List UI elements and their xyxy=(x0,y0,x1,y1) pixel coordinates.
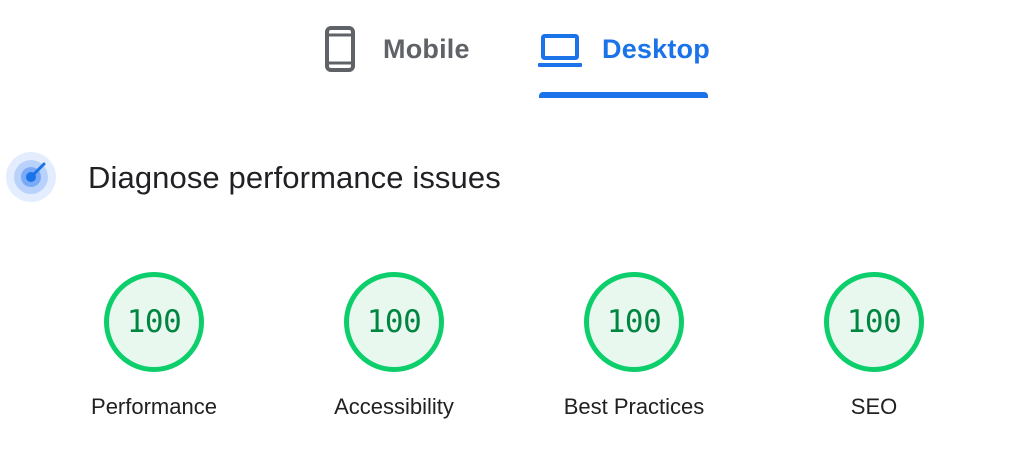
section-title: Diagnose performance issues xyxy=(88,160,501,195)
score-ring: 100 xyxy=(344,272,444,372)
gauge-label: SEO xyxy=(850,394,898,419)
gauge-performance[interactable]: 100 Performance xyxy=(69,272,239,420)
laptop-icon xyxy=(538,34,582,67)
gauge-accessibility[interactable]: 100 Accessibility xyxy=(309,272,479,420)
gauge-label: Accessibility xyxy=(334,394,454,419)
score-ring: 100 xyxy=(584,272,684,372)
tab-mobile[interactable]: Mobile xyxy=(322,22,492,98)
score-value: 100 xyxy=(846,304,902,340)
active-tab-indicator xyxy=(539,92,708,98)
gauge-label: Best Practices xyxy=(563,394,705,419)
score-value: 100 xyxy=(606,304,662,340)
score-value: 100 xyxy=(366,304,422,340)
score-value: 100 xyxy=(126,304,182,340)
gauge-seo[interactable]: 100 SEO xyxy=(789,272,959,420)
tab-desktop-label: Desktop xyxy=(602,34,710,64)
score-ring: 100 xyxy=(824,272,924,372)
tab-mobile-label: Mobile xyxy=(383,34,470,64)
smartphone-icon xyxy=(325,26,355,72)
score-ring: 100 xyxy=(104,272,204,372)
performance-gauge-icon xyxy=(6,152,56,202)
gauge-best-practices[interactable]: 100 Best Practices xyxy=(549,272,719,420)
gauge-label: Performance xyxy=(91,394,217,419)
tab-desktop[interactable]: Desktop xyxy=(537,22,713,98)
